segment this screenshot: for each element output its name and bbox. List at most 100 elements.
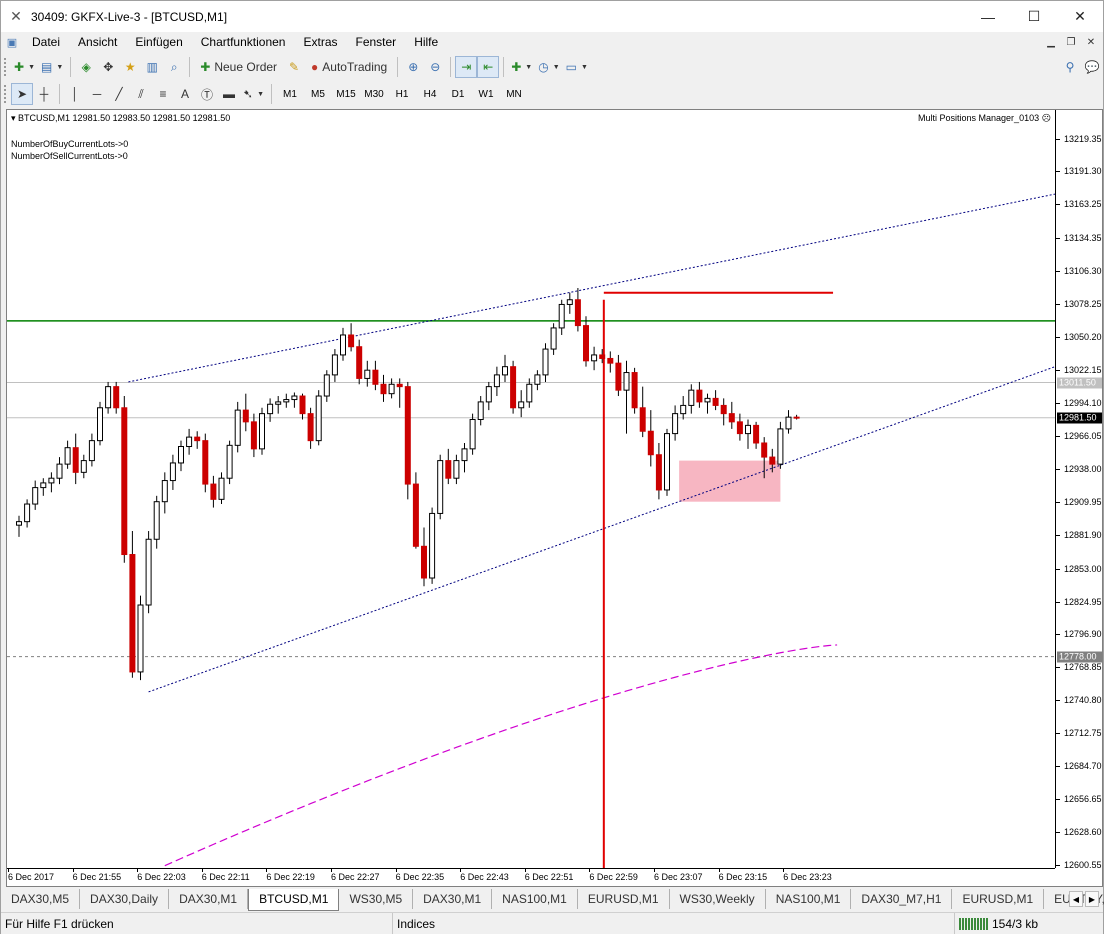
tab-chart[interactable]: DAX30,M1 (413, 889, 493, 909)
new-order-button[interactable]: ✚ Neue Order (194, 56, 283, 78)
chart-tabs: DAX30,M5 DAX30,Daily DAX30,M1 BTCUSD,M1 WS30… (1, 889, 1104, 911)
star-icon: ★ (124, 60, 136, 74)
vertical-line-button[interactable]: │ (64, 83, 86, 105)
bull-candle (558, 303, 565, 329)
bull-candle (672, 413, 679, 435)
price-axis[interactable]: 13219.35 13191.30 13163.25 13134.35 13106.30… (1055, 110, 1102, 870)
tab-scroll-left-icon[interactable]: ◀ (1069, 891, 1083, 907)
timeframe-w1[interactable]: W1 (472, 84, 500, 104)
tab-scroll-right-icon[interactable]: ▶ (1085, 891, 1099, 907)
new-chart-button[interactable]: ✚ ▼ (11, 56, 38, 78)
timeframe-m15[interactable]: M15 (332, 84, 360, 104)
rectangle-button[interactable]: ▬ (218, 83, 240, 105)
tab-chart[interactable]: DAX30,M1 (169, 889, 249, 909)
menu-datei[interactable]: Datei (23, 32, 69, 52)
bull-candle (80, 460, 87, 473)
tab-chart[interactable]: BTCUSD,M1 (248, 889, 340, 911)
chat-button[interactable]: 💬 (1081, 56, 1103, 78)
close-icon[interactable]: ✕ (1057, 1, 1103, 32)
tab-chart[interactable]: DAX30,M5 (1, 889, 81, 909)
menu-fenster[interactable]: Fenster (347, 32, 406, 52)
chart-document-icon[interactable]: ▣ (1, 32, 23, 52)
bull-candle (267, 403, 274, 415)
timeframe-mn[interactable]: MN (500, 84, 528, 104)
separator (503, 57, 505, 77)
timeframe-h4[interactable]: H4 (416, 84, 444, 104)
timeframe-m5[interactable]: M5 (304, 84, 332, 104)
navigator-button[interactable]: ★ (119, 56, 141, 78)
bull-candle (105, 386, 112, 409)
bear-candle (372, 369, 379, 385)
menu-einfuegen[interactable]: Einfügen (126, 32, 191, 52)
chart-window[interactable]: ▾ BTCUSD,M1 12981.50 12983.50 12981.50 1… (6, 109, 1103, 887)
bull-candle (777, 428, 784, 465)
terminal-button[interactable]: ▥ (141, 56, 163, 78)
x-tick-label: 6 Dec 22:19 (266, 868, 315, 882)
mdi-minimize-icon[interactable]: ▁ (1043, 32, 1059, 52)
fibonacci-button[interactable]: ≡ (152, 83, 174, 105)
crosshair-button[interactable]: ┼ (33, 83, 55, 105)
trendline-button[interactable]: ╱ (108, 83, 130, 105)
strategy-tester-button[interactable]: ⌕ (163, 56, 185, 78)
chart-shift-button[interactable]: ⇤ (477, 56, 500, 78)
tab-chart[interactable]: WS30,Weekly (670, 889, 766, 909)
bear-candle (615, 362, 622, 391)
mdi-restore-icon[interactable]: ❐ (1063, 32, 1079, 52)
bull-candle (56, 463, 63, 479)
tab-chart[interactable]: NAS100,M1 (492, 889, 578, 909)
autotrading-label: AutoTrading (322, 60, 388, 74)
chevron-down-icon: ▼ (56, 63, 64, 71)
y-tick-label: 12824.95 (1056, 596, 1102, 607)
y-tick-label: 13078.25 (1056, 299, 1102, 310)
bull-candle (542, 348, 549, 376)
indicator-label: Multi Positions Manager_0103 ☹ (918, 113, 1051, 124)
y-tick-label: 12796.90 (1056, 629, 1102, 640)
menu-hilfe[interactable]: Hilfe (405, 32, 447, 52)
arrows-button[interactable]: ➷ ▼ (240, 83, 267, 105)
periods-button[interactable]: ◷ ▼ (535, 56, 562, 78)
status-traffic[interactable]: 154/3 kb (955, 913, 1042, 934)
autoscroll-button[interactable]: ⇥ (455, 56, 478, 78)
profiles-button[interactable]: ▤ ▼ (38, 56, 66, 78)
maximize-icon[interactable]: ☐ (1011, 1, 1057, 32)
text-button[interactable]: A (174, 83, 196, 105)
candlestick-chart[interactable] (7, 110, 1055, 868)
zoom-in-button[interactable]: ⊕ (402, 56, 424, 78)
data-window-button[interactable]: ✥ (97, 56, 119, 78)
zoom-out-button[interactable]: ⊖ (424, 56, 446, 78)
minimize-icon[interactable]: — (965, 1, 1011, 32)
search-button[interactable]: ⚲ (1059, 56, 1081, 78)
templates-button[interactable]: ▭ ▼ (563, 56, 591, 78)
tab-chart[interactable]: EURUSD,M1 (578, 889, 670, 909)
status-profile[interactable]: Indices (393, 912, 955, 934)
bull-candle (275, 401, 282, 405)
mdi-close-icon[interactable]: ✕ (1083, 32, 1099, 52)
price-plot[interactable]: ▾ BTCUSD,M1 12981.50 12983.50 12981.50 1… (7, 110, 1055, 868)
equidistant-channel-button[interactable]: ⫽ (130, 83, 152, 105)
trendline-icon: ╱ (115, 87, 123, 101)
cursor-button[interactable]: ➤ (11, 83, 33, 105)
tab-chart[interactable]: DAX30,Daily (80, 889, 170, 909)
timeframe-d1[interactable]: D1 (444, 84, 472, 104)
connection-bars-icon (959, 918, 988, 931)
metaeditor-button[interactable]: ✎ (283, 56, 305, 78)
horizontal-line-button[interactable]: ─ (86, 83, 108, 105)
market-watch-button[interactable]: ◈ (75, 56, 97, 78)
tab-chart[interactable]: EURUSD,M1 (952, 889, 1045, 909)
bear-candle (242, 409, 249, 423)
autotrading-button[interactable]: ● AutoTrading (305, 56, 393, 78)
tab-chart[interactable]: WS30,M5 (339, 889, 414, 909)
text-label-button[interactable]: Ⓣ (196, 83, 218, 105)
menu-chartfunktionen[interactable]: Chartfunktionen (192, 32, 295, 52)
indicators-button[interactable]: ✚ ▼ (508, 56, 535, 78)
tab-chart[interactable]: DAX30_M7,H1 (851, 889, 953, 909)
tab-chart[interactable]: NAS100,M1 (766, 889, 852, 909)
fibonacci-icon: ≡ (159, 87, 167, 101)
timeframe-h1[interactable]: H1 (388, 84, 416, 104)
timeframe-m30[interactable]: M30 (360, 84, 388, 104)
autoscroll-icon: ⇥ (461, 60, 472, 74)
menu-ansicht[interactable]: Ansicht (69, 32, 126, 52)
time-axis[interactable]: 6 Dec 2017 6 Dec 21:55 6 Dec 22:03 6 Dec 22… (7, 868, 1055, 886)
menu-extras[interactable]: Extras (294, 32, 346, 52)
timeframe-m1[interactable]: M1 (276, 84, 304, 104)
